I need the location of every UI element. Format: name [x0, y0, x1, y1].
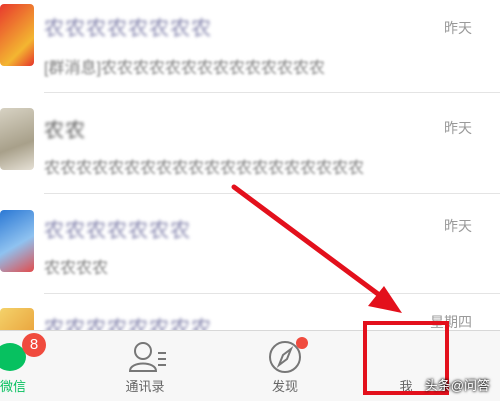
tab-label: 通讯录 [125, 379, 165, 394]
new-content-dot [296, 337, 308, 349]
avatar [0, 308, 34, 330]
chat-preview: [群消息]农农农农农农农农农农农农农农 [44, 60, 325, 77]
tab-contacts[interactable]: 通讯录 [105, 331, 185, 401]
divider [44, 92, 500, 93]
chat-time: 昨天 [444, 120, 472, 136]
tab-weixin[interactable]: 8 微信 [0, 331, 60, 401]
tab-label: 发现 [271, 379, 298, 394]
chat-list: 农农农农农农农农 [群消息]农农农农农农农农农农农农农农 昨天 农农 农农农农农… [0, 0, 500, 330]
tab-label: 微信 [0, 379, 27, 394]
chat-name: 农农农农农农农农 [44, 18, 212, 40]
avatar [0, 210, 34, 272]
contacts-icon [128, 342, 166, 372]
chat-row[interactable]: 农农农农农农农 农农农农 昨天 [0, 200, 500, 300]
divider [44, 293, 500, 294]
tab-discover[interactable]: 发现 [245, 331, 325, 401]
divider [44, 193, 500, 194]
avatar [0, 4, 34, 66]
chat-name: 农农农农农农农 [44, 220, 191, 242]
chat-row[interactable]: 农农 农农农农农农农农农农农农农农农农农农农农 昨天 [0, 100, 500, 200]
watermark: 头条@问答 [424, 378, 490, 393]
avatar [0, 108, 34, 170]
chat-preview: 农农农农 [44, 260, 109, 277]
chat-name: 农农农农农农农农 [44, 318, 212, 330]
chat-name: 农农 [44, 120, 86, 142]
chat-time: 昨天 [444, 218, 472, 234]
chat-preview: 农农农农农农农农农农农农农农农农农农农农 [44, 160, 365, 177]
unread-badge: 8 [22, 333, 46, 357]
chat-row[interactable]: 农农农农农农农农 [群消息]农农农农农农农农农农农农农农 昨天 [0, 0, 500, 100]
chat-time: 昨天 [444, 20, 472, 36]
